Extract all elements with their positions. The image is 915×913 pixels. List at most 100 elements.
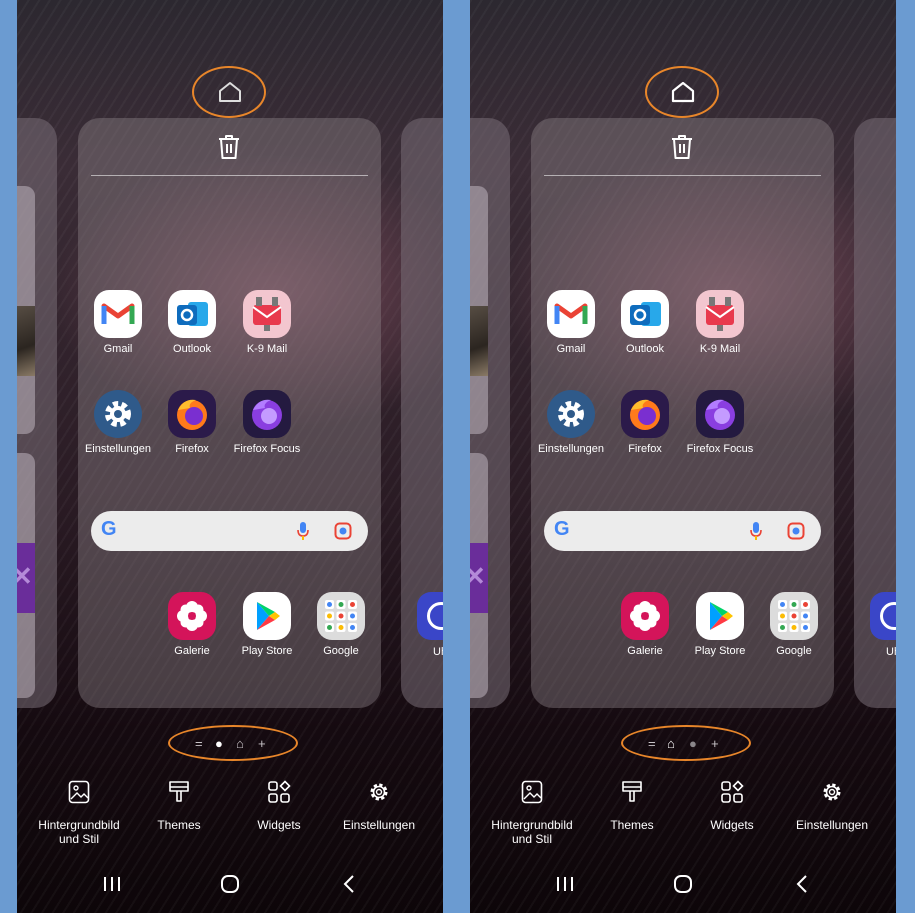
app-firefox[interactable]: Firefox bbox=[607, 390, 683, 455]
wallpaper-style-button[interactable]: Hintergrundbild und Stil bbox=[34, 780, 124, 846]
preview-widget bbox=[17, 186, 35, 434]
app-gmail[interactable]: Gmail bbox=[80, 290, 156, 355]
preview-app-tile bbox=[470, 543, 488, 613]
app-label: Galerie bbox=[627, 645, 663, 657]
set-home-page-button[interactable] bbox=[645, 66, 719, 118]
app-label: Firefox bbox=[628, 443, 662, 455]
page-list-indicator[interactable]: = bbox=[648, 737, 656, 750]
microphone-icon[interactable] bbox=[296, 521, 310, 541]
app-label: Google bbox=[323, 645, 359, 657]
app-label: Einstellungen bbox=[84, 443, 152, 455]
back-icon[interactable] bbox=[794, 874, 810, 894]
app-firefox-focus[interactable]: Firefox Focus bbox=[682, 390, 758, 455]
trash-icon[interactable] bbox=[218, 134, 240, 160]
widgets-icon bbox=[721, 780, 744, 803]
app-firefox[interactable]: Firefox bbox=[154, 390, 230, 455]
clock-app-icon bbox=[417, 592, 443, 640]
firefox-focus-icon bbox=[243, 390, 291, 438]
page-home-indicator[interactable]: ⌂ bbox=[236, 737, 244, 750]
themes-button[interactable]: Themes bbox=[587, 780, 677, 832]
page-dot[interactable]: ● bbox=[689, 737, 697, 750]
app-k9-mail[interactable]: K-9 Mail bbox=[682, 290, 758, 355]
page-dot-current[interactable]: ● bbox=[215, 737, 223, 750]
page-indicator[interactable]: = ● ⌂ + bbox=[168, 725, 298, 761]
app-outlook[interactable]: Outlook bbox=[607, 290, 683, 355]
preview-photo bbox=[17, 306, 35, 376]
home-nav-icon[interactable] bbox=[673, 874, 693, 894]
app-google-folder[interactable]: Google bbox=[756, 592, 832, 657]
next-page-preview[interactable]: Uh bbox=[401, 118, 443, 708]
app-label: K-9 Mail bbox=[246, 343, 288, 355]
app-label: Google bbox=[776, 645, 812, 657]
trash-icon[interactable] bbox=[671, 134, 693, 160]
page-list-indicator[interactable]: = bbox=[195, 737, 203, 750]
clock-app-icon bbox=[870, 592, 896, 640]
google-search-bar[interactable]: G bbox=[91, 511, 368, 551]
recent-apps-icon[interactable] bbox=[556, 874, 574, 894]
themes-button[interactable]: Themes bbox=[134, 780, 224, 832]
app-outlook[interactable]: Outlook bbox=[154, 290, 230, 355]
home-settings-button[interactable]: Einstellungen bbox=[334, 780, 424, 832]
peek-app-label: Uh bbox=[886, 646, 896, 658]
play-store-icon bbox=[696, 592, 744, 640]
set-home-page-button[interactable] bbox=[192, 66, 266, 118]
app-galerie[interactable]: Galerie bbox=[607, 592, 683, 657]
home-page-card[interactable]: Gmail Outlook K-9 Mail Einstellungen Fir… bbox=[531, 118, 834, 708]
wallpaper-style-button[interactable]: Hintergrundbild und Stil bbox=[487, 780, 577, 846]
next-page-preview[interactable]: Uh bbox=[854, 118, 896, 708]
app-einstellungen[interactable]: Einstellungen bbox=[80, 390, 156, 455]
app-label: Firefox Focus bbox=[686, 443, 754, 455]
preview-photo bbox=[470, 306, 488, 376]
app-label: Gmail bbox=[103, 343, 133, 355]
google-lens-icon[interactable] bbox=[334, 522, 352, 540]
gallery-icon bbox=[621, 592, 669, 640]
microphone-icon[interactable] bbox=[749, 521, 763, 541]
firefox-focus-icon bbox=[696, 390, 744, 438]
settings-gear-icon bbox=[547, 390, 595, 438]
app-galerie[interactable]: Galerie bbox=[154, 592, 230, 657]
app-label: K-9 Mail bbox=[699, 343, 741, 355]
add-page-indicator[interactable]: + bbox=[711, 737, 719, 750]
app-k9-mail[interactable]: K-9 Mail bbox=[229, 290, 305, 355]
wallpaper-icon bbox=[521, 780, 543, 804]
paintbrush-icon bbox=[622, 781, 642, 802]
google-lens-icon[interactable] bbox=[787, 522, 805, 540]
widgets-button[interactable]: Widgets bbox=[687, 780, 777, 832]
page-indicator[interactable]: = ⌂ ● + bbox=[621, 725, 751, 761]
home-page-card[interactable]: Gmail Outlook K-9 Mail Einstellungen Fir… bbox=[78, 118, 381, 708]
divider bbox=[91, 175, 368, 176]
gear-icon bbox=[823, 783, 841, 801]
recent-apps-icon[interactable] bbox=[103, 874, 121, 894]
page-home-indicator-current[interactable]: ⌂ bbox=[667, 737, 675, 750]
preview-widget bbox=[470, 186, 488, 434]
outlook-icon bbox=[621, 290, 669, 338]
app-label: Play Store bbox=[241, 645, 293, 657]
previous-page-preview[interactable] bbox=[470, 118, 510, 708]
app-label: Outlook bbox=[626, 343, 664, 355]
app-gmail[interactable]: Gmail bbox=[533, 290, 609, 355]
google-folder-icon bbox=[317, 592, 365, 640]
add-page-indicator[interactable]: + bbox=[258, 737, 266, 750]
firefox-icon bbox=[621, 390, 669, 438]
widgets-button[interactable]: Widgets bbox=[234, 780, 324, 832]
app-google-folder[interactable]: Google bbox=[303, 592, 379, 657]
google-logo: G bbox=[554, 518, 570, 540]
settings-gear-icon bbox=[94, 390, 142, 438]
home-nav-icon[interactable] bbox=[220, 874, 240, 894]
home-settings-button[interactable]: Einstellungen bbox=[787, 780, 877, 832]
google-search-bar[interactable]: G bbox=[544, 511, 821, 551]
wallpaper-style-label: Hintergrundbild und Stil bbox=[38, 818, 120, 846]
previous-page-preview[interactable] bbox=[17, 118, 57, 708]
back-icon[interactable] bbox=[341, 874, 357, 894]
outlook-icon bbox=[168, 290, 216, 338]
app-play-store[interactable]: Play Store bbox=[229, 592, 305, 657]
app-play-store[interactable]: Play Store bbox=[682, 592, 758, 657]
app-label: Galerie bbox=[174, 645, 210, 657]
k9-mail-icon bbox=[243, 290, 291, 338]
app-einstellungen[interactable]: Einstellungen bbox=[533, 390, 609, 455]
app-firefox-focus[interactable]: Firefox Focus bbox=[229, 390, 305, 455]
widgets-label: Widgets bbox=[257, 818, 301, 832]
home-icon bbox=[671, 81, 695, 103]
themes-label: Themes bbox=[157, 818, 201, 832]
gallery-icon bbox=[168, 592, 216, 640]
